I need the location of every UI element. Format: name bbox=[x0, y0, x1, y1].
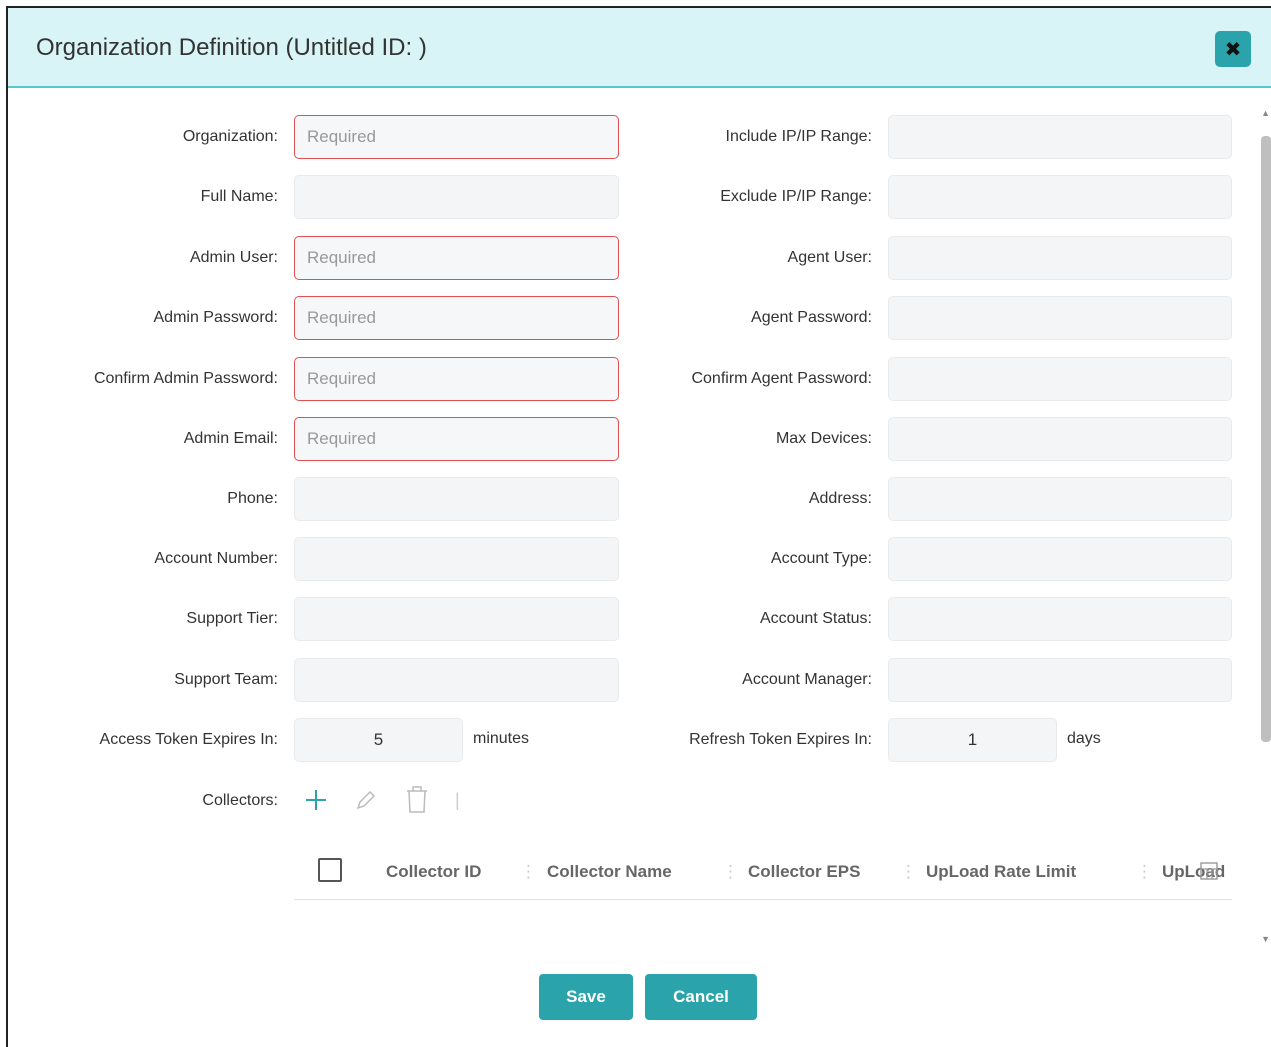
confirm-agent-password-input[interactable] bbox=[888, 357, 1232, 401]
address-label: Address: bbox=[808, 490, 872, 507]
column-chooser-icon[interactable] bbox=[1200, 862, 1218, 885]
admin-user-label: Admin User: bbox=[189, 249, 278, 266]
edit-icon[interactable] bbox=[354, 788, 378, 816]
phone-label: Phone: bbox=[227, 490, 278, 507]
agent-password-label: Agent Password: bbox=[751, 309, 872, 326]
support-team-label: Support Team: bbox=[174, 671, 278, 688]
agent-password-input[interactable] bbox=[888, 296, 1232, 340]
column-collector-name[interactable]: Collector Name bbox=[547, 862, 672, 882]
access-token-input[interactable]: 5 bbox=[294, 718, 463, 762]
exclude-ip-label: Exclude IP/IP Range: bbox=[720, 188, 872, 205]
organization-input[interactable]: Required bbox=[294, 115, 619, 159]
scroll-up-arrow-icon[interactable]: ▲ bbox=[1261, 108, 1270, 118]
confirm-admin-password-input[interactable]: Required bbox=[294, 357, 619, 401]
admin-password-label: Admin Password: bbox=[153, 309, 279, 326]
close-icon: ✖ bbox=[1224, 38, 1242, 61]
delete-icon[interactable] bbox=[404, 784, 430, 818]
account-type-input[interactable] bbox=[888, 537, 1232, 581]
account-manager-label: Account Manager: bbox=[742, 671, 872, 688]
max-devices-label: Max Devices: bbox=[775, 430, 872, 447]
access-token-unit: minutes bbox=[473, 730, 530, 747]
phone-input[interactable] bbox=[294, 477, 619, 521]
support-tier-input[interactable] bbox=[294, 597, 619, 641]
scrollbar-thumb[interactable] bbox=[1261, 136, 1271, 742]
admin-user-input[interactable]: Required bbox=[294, 236, 619, 280]
collectors-label: Collectors: bbox=[202, 792, 278, 809]
save-button[interactable]: Save bbox=[539, 974, 633, 1020]
column-collector-id[interactable]: Collector ID bbox=[386, 862, 481, 882]
vertical-scrollbar[interactable]: ▲ ▼ bbox=[1259, 108, 1271, 948]
scroll-down-arrow-icon[interactable]: ▼ bbox=[1261, 934, 1270, 944]
account-number-input[interactable] bbox=[294, 537, 619, 581]
account-status-input[interactable] bbox=[888, 597, 1232, 641]
column-separator[interactable]: ⋮ bbox=[722, 862, 739, 882]
column-separator[interactable]: ⋮ bbox=[520, 862, 537, 882]
address-input[interactable] bbox=[888, 477, 1232, 521]
account-status-label: Account Status: bbox=[759, 610, 872, 627]
dialog-title: Organization Definition (Untitled ID: ) bbox=[36, 34, 427, 61]
confirm-admin-password-label: Confirm Admin Password: bbox=[93, 370, 278, 387]
max-devices-input[interactable] bbox=[888, 417, 1232, 461]
full-name-input[interactable] bbox=[294, 175, 619, 219]
confirm-agent-password-label: Confirm Agent Password: bbox=[691, 370, 872, 387]
dialog-header: Organization Definition (Untitled ID: ) … bbox=[8, 8, 1271, 88]
collectors-grid-header: Collector ID ⋮ Collector Name ⋮ Collecto… bbox=[294, 842, 1232, 900]
agent-user-label: Agent User: bbox=[787, 249, 872, 266]
agent-user-input[interactable] bbox=[888, 236, 1232, 280]
full-name-label: Full Name: bbox=[200, 188, 278, 205]
admin-email-input[interactable]: Required bbox=[294, 417, 619, 461]
account-number-label: Account Number: bbox=[154, 550, 278, 567]
organization-label: Organization: bbox=[182, 128, 278, 145]
column-separator[interactable]: ⋮ bbox=[1136, 862, 1153, 882]
account-type-label: Account Type: bbox=[770, 550, 872, 567]
add-icon[interactable] bbox=[304, 788, 328, 816]
admin-password-input[interactable]: Required bbox=[294, 296, 619, 340]
refresh-token-label: Refresh Token Expires In: bbox=[689, 731, 872, 748]
toolbar-divider: | bbox=[455, 790, 460, 810]
close-button[interactable]: ✖ bbox=[1215, 31, 1251, 67]
form-body: Organization: Required Full Name: Admin … bbox=[8, 90, 1271, 950]
column-separator[interactable]: ⋮ bbox=[900, 862, 917, 882]
refresh-token-input[interactable]: 1 bbox=[888, 718, 1057, 762]
support-tier-label: Support Tier: bbox=[186, 610, 278, 627]
include-ip-label: Include IP/IP Range: bbox=[725, 128, 872, 145]
account-manager-input[interactable] bbox=[888, 658, 1232, 702]
column-upload[interactable]: UpLoad bbox=[1162, 862, 1232, 882]
column-collector-eps[interactable]: Collector EPS bbox=[748, 862, 860, 882]
admin-email-label: Admin Email: bbox=[183, 430, 278, 447]
support-team-input[interactable] bbox=[294, 658, 619, 702]
select-all-checkbox[interactable] bbox=[318, 858, 342, 882]
exclude-ip-input[interactable] bbox=[888, 175, 1232, 219]
column-upload-rate-limit[interactable]: UpLoad Rate Limit bbox=[926, 862, 1076, 882]
include-ip-input[interactable] bbox=[888, 115, 1232, 159]
organization-dialog: Organization Definition (Untitled ID: ) … bbox=[6, 6, 1271, 1047]
refresh-token-unit: days bbox=[1067, 730, 1101, 747]
cancel-button[interactable]: Cancel bbox=[645, 974, 757, 1020]
access-token-label: Access Token Expires In: bbox=[99, 731, 278, 748]
